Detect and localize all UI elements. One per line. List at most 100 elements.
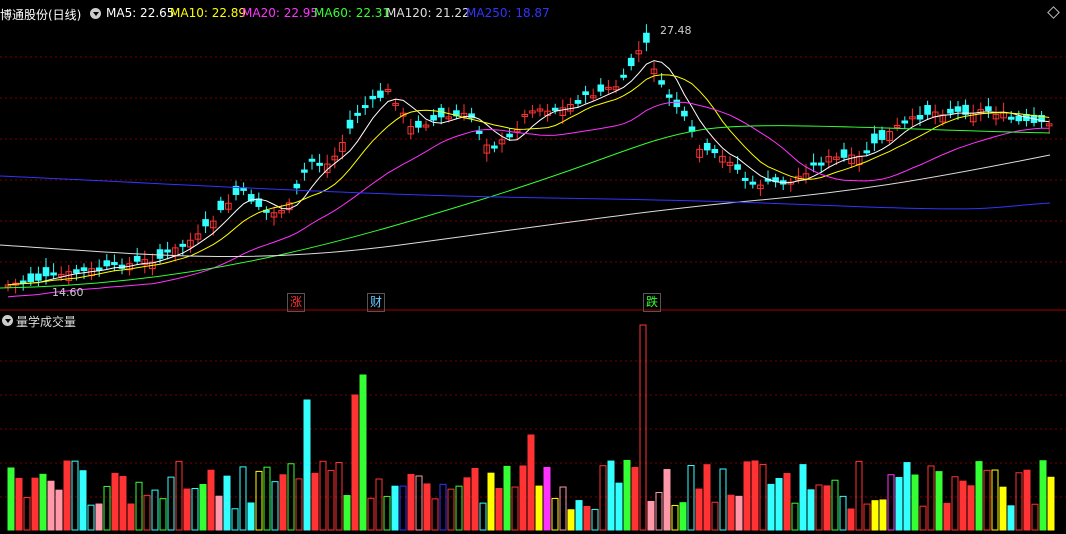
ma5-line xyxy=(7,60,1050,286)
candlestick xyxy=(665,94,673,98)
ma20-line xyxy=(7,101,1050,298)
candlestick xyxy=(346,119,354,129)
volume-bar xyxy=(119,476,127,531)
volume-bar xyxy=(791,502,799,531)
settings-diamond-icon[interactable] xyxy=(1047,6,1060,19)
volume-bar xyxy=(743,461,751,531)
volume-bar xyxy=(439,483,447,531)
volume-bar xyxy=(23,497,31,531)
ma10-label: MA10: 22.89 xyxy=(170,6,247,20)
candlestick xyxy=(491,145,498,149)
candlestick xyxy=(711,149,719,154)
volume-bar xyxy=(479,502,487,531)
volume-bar xyxy=(943,502,951,531)
volume-bar xyxy=(831,479,839,531)
candlestick xyxy=(871,133,878,144)
volume-bar xyxy=(223,475,231,531)
candlestick xyxy=(430,115,437,121)
candlestick xyxy=(703,142,711,151)
volume-bar xyxy=(383,495,391,531)
ma10-line xyxy=(7,74,1050,286)
volume-bar xyxy=(519,465,527,531)
volume-bar xyxy=(887,474,895,531)
candlestick xyxy=(878,130,886,140)
volume-bar xyxy=(959,480,967,531)
volume-bar xyxy=(735,495,743,531)
candlestick xyxy=(734,164,741,170)
volume-bar xyxy=(903,462,911,531)
volume-bar xyxy=(631,467,639,531)
volume-bar xyxy=(727,494,735,531)
candlestick xyxy=(369,95,377,100)
volume-bar xyxy=(751,460,759,531)
volume-bar xyxy=(263,466,271,531)
volume-bar xyxy=(95,503,103,531)
candlestick xyxy=(620,74,627,78)
volume-bar xyxy=(663,469,671,531)
volume-bar xyxy=(87,504,95,531)
volume-bar xyxy=(279,474,287,531)
marker-cai[interactable]: 财 xyxy=(367,293,385,312)
volume-bar xyxy=(215,495,223,531)
volume-bar xyxy=(1015,472,1023,531)
volume-bar xyxy=(847,508,855,531)
kline-chart[interactable] xyxy=(0,0,1066,534)
stock-title[interactable]: 博通股份(日线) xyxy=(0,6,81,23)
volume-bar xyxy=(671,504,679,531)
volume-bar xyxy=(375,478,383,531)
volume-bar xyxy=(679,502,687,531)
volume-bar xyxy=(695,488,703,531)
marker-die[interactable]: 跌 xyxy=(643,293,661,312)
volume-bar xyxy=(655,491,663,531)
marker-zhang[interactable]: 涨 xyxy=(287,293,305,312)
candlestick xyxy=(901,120,909,124)
candlestick xyxy=(133,255,141,262)
volume-bar xyxy=(543,466,551,531)
volume-bar xyxy=(935,471,943,531)
volume-bar xyxy=(175,460,183,531)
volume-bar xyxy=(271,481,279,531)
candlestick xyxy=(954,106,962,112)
candlestick xyxy=(741,177,749,181)
candlestick xyxy=(681,110,688,117)
candlestick xyxy=(749,181,757,185)
volume-bar xyxy=(127,503,135,531)
volume-bar xyxy=(567,509,575,531)
candlestick xyxy=(1015,115,1023,122)
volume-bar xyxy=(183,488,191,531)
candlestick xyxy=(377,90,384,98)
volume-bar xyxy=(103,485,111,531)
low-price-label: 14.60 xyxy=(52,286,84,299)
volume-bar xyxy=(463,477,471,531)
volume-bar xyxy=(1007,505,1015,531)
candlestick xyxy=(354,112,361,116)
ma250-line xyxy=(0,175,1051,210)
volume-bar xyxy=(951,476,959,531)
volume-bar xyxy=(1031,503,1039,531)
dropdown-icon[interactable] xyxy=(90,8,101,19)
volume-bar xyxy=(863,503,871,531)
volume-bar xyxy=(47,480,55,531)
volume-bar xyxy=(79,470,87,531)
volume-bar xyxy=(839,495,847,531)
volume-bar xyxy=(855,460,863,531)
volume-bar xyxy=(471,467,479,531)
volume-bar xyxy=(447,488,455,531)
volume-bar xyxy=(247,502,255,531)
volume-bar xyxy=(591,508,599,531)
candlestick xyxy=(301,169,308,173)
candlestick xyxy=(27,273,35,283)
volume-title: 量学成交量 xyxy=(16,315,77,329)
candlestick xyxy=(863,150,871,154)
ma120-line xyxy=(0,154,1051,258)
volume-bar xyxy=(359,374,367,531)
volume-bar xyxy=(647,500,655,531)
candlestick xyxy=(164,249,171,253)
ma250-label: MA250: 18.87 xyxy=(466,6,550,20)
volume-bar xyxy=(871,500,879,531)
candlestick xyxy=(202,219,209,227)
volume-dropdown-icon[interactable] xyxy=(2,315,13,326)
volume-bar xyxy=(927,465,935,531)
volume-bar xyxy=(303,399,311,531)
volume-bar xyxy=(1047,476,1055,531)
